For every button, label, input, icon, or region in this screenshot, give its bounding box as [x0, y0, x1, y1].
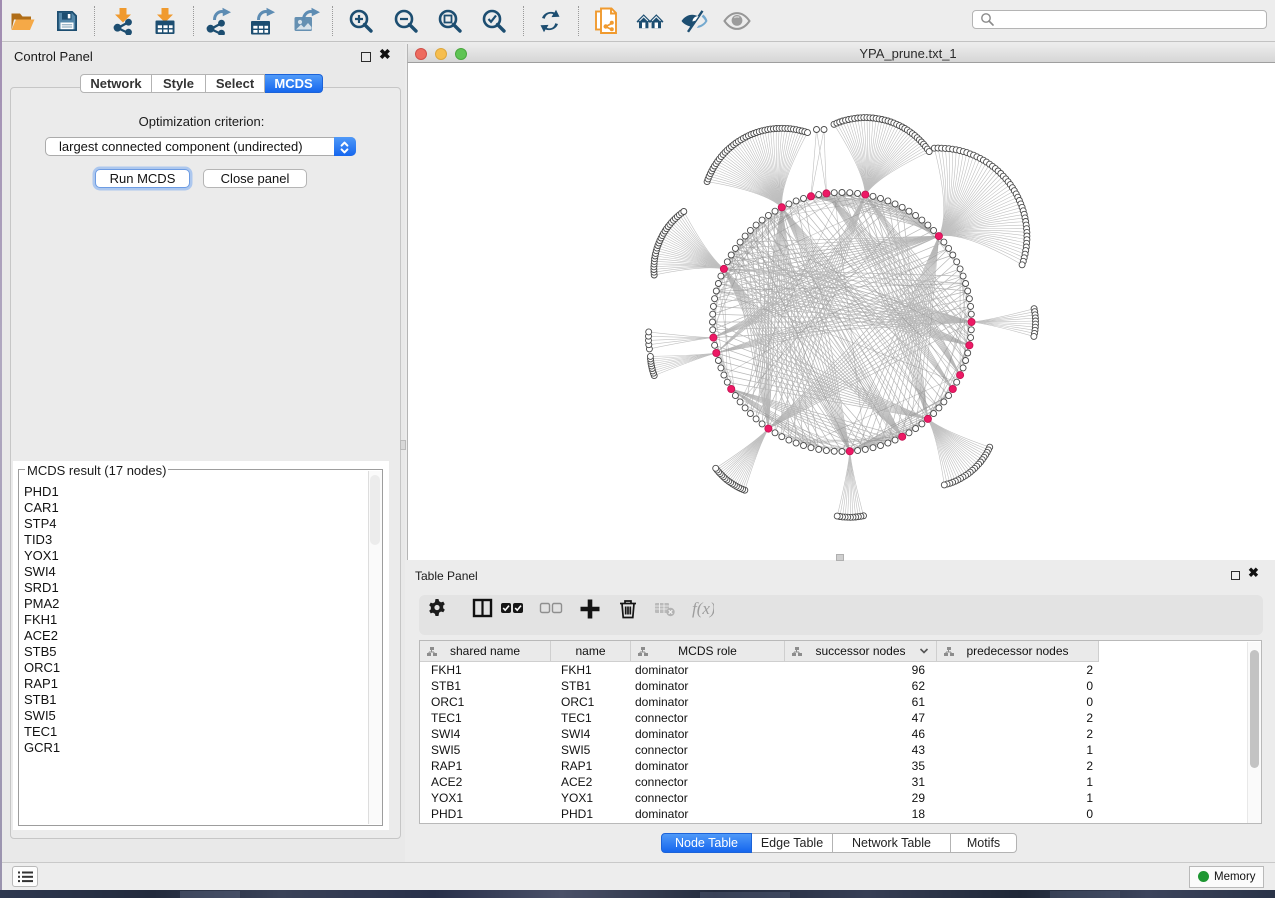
svg-text:f(x): f(x)	[692, 599, 714, 618]
